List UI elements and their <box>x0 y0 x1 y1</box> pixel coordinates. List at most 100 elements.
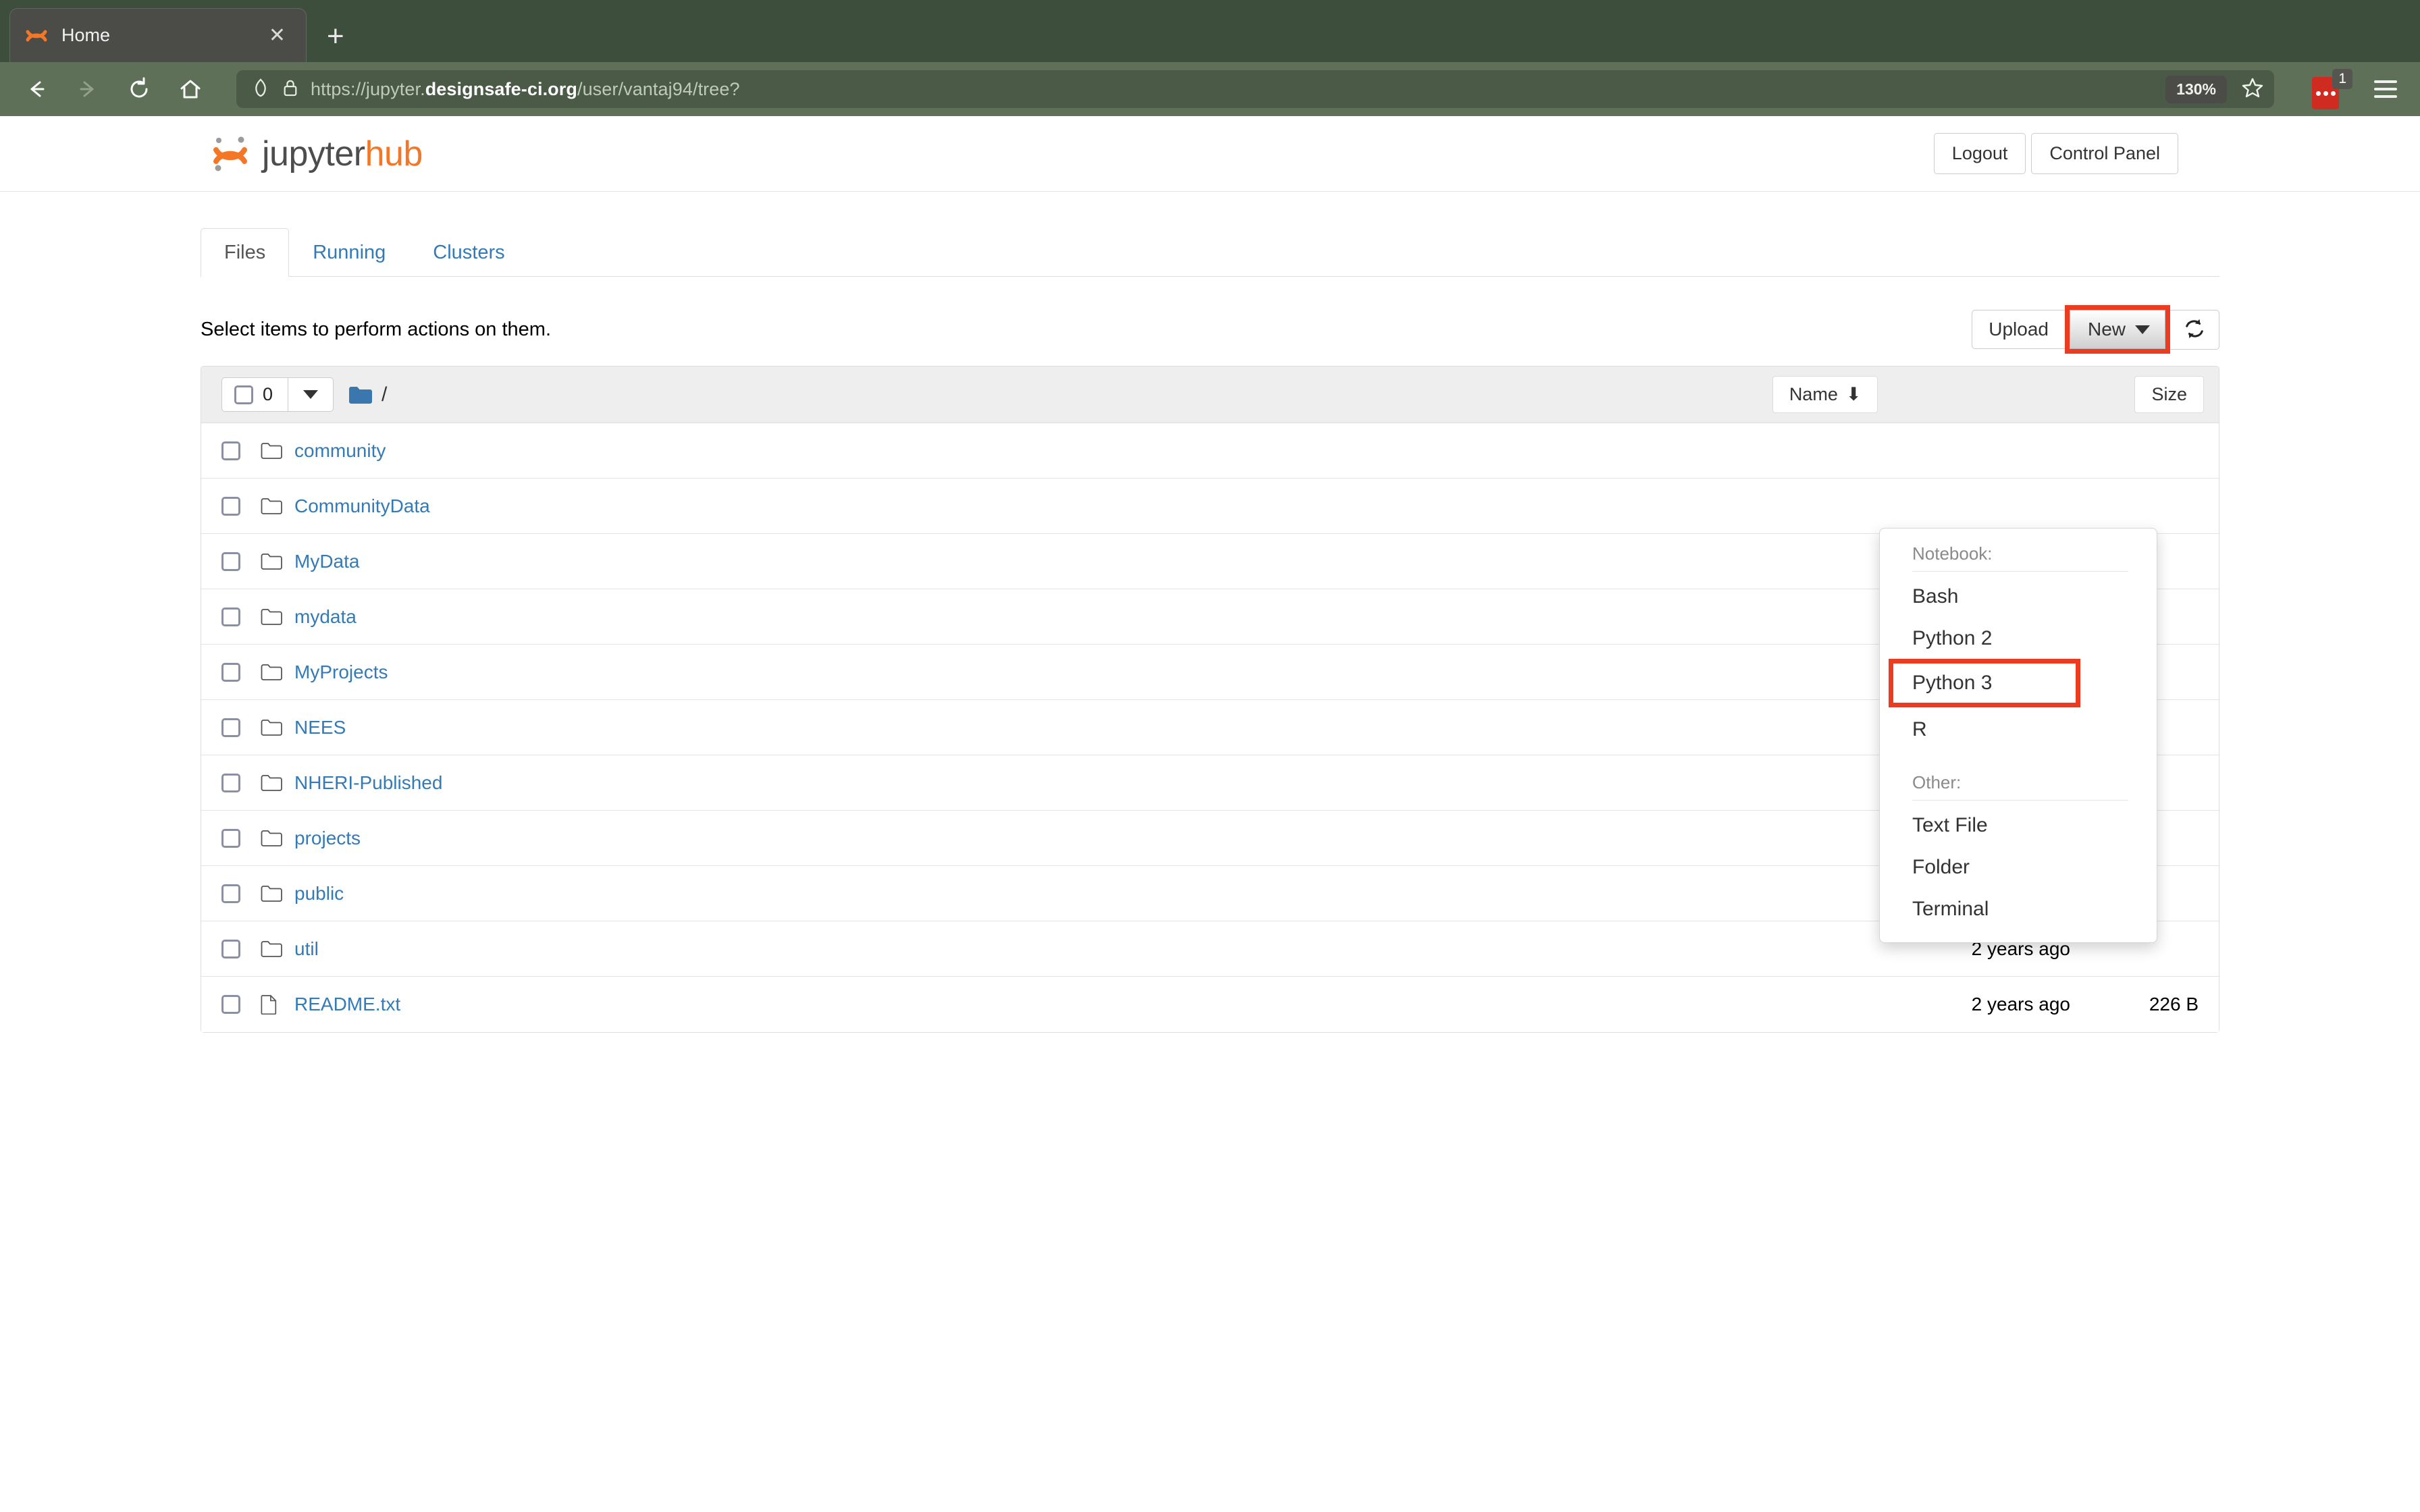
browser-tab-title: Home <box>61 25 111 45</box>
row-checkbox[interactable] <box>221 995 240 1015</box>
table-row[interactable]: community <box>201 423 2219 479</box>
back-arrow-icon[interactable] <box>23 76 50 103</box>
sort-label: Name <box>1789 384 1838 405</box>
dropdown-section-notebook-header: Notebook: <box>1912 543 1993 564</box>
file-name-link[interactable]: NHERI-Published <box>294 772 1847 794</box>
url-text: https://jupyter.designsafe-ci.org/user/v… <box>311 78 740 99</box>
menu-item-bash[interactable]: Bash <box>1880 576 2157 618</box>
file-name-link[interactable]: projects <box>294 828 1847 849</box>
browser-tab-home[interactable]: Home ✕ <box>9 8 307 62</box>
folder-icon <box>261 830 282 847</box>
row-checkbox[interactable] <box>221 607 240 626</box>
file-icon <box>261 994 282 1015</box>
file-name-link[interactable]: mydata <box>294 606 1847 628</box>
logout-button[interactable]: Logout <box>1933 133 2026 174</box>
sort-by-name-button[interactable]: Name ⬇ <box>1772 376 1878 414</box>
new-button[interactable]: New <box>2069 310 2165 350</box>
row-checkbox[interactable] <box>221 441 240 460</box>
address-bar-actions: 130% <box>2165 70 2265 108</box>
row-checkbox[interactable] <box>221 884 240 903</box>
file-name-link[interactable]: README.txt <box>294 994 1847 1015</box>
browser-nav-bar: https://jupyter.designsafe-ci.org/user/v… <box>0 62 2420 116</box>
forward-arrow-icon[interactable] <box>74 76 101 103</box>
breadcrumb-root[interactable]: / <box>382 383 387 406</box>
folder-icon <box>261 664 282 681</box>
address-bar[interactable]: https://jupyter.designsafe-ci.org/user/v… <box>236 70 2274 108</box>
folder-icon[interactable] <box>348 385 373 404</box>
folder-icon <box>261 940 282 958</box>
file-modified: 2 years ago <box>1971 994 2070 1015</box>
jupyterhub-logo[interactable]: jupyterhub <box>209 133 423 175</box>
folder-icon <box>261 553 282 570</box>
new-dropdown-menu: Notebook: Bash Python 2 Python 3 R Other… <box>1879 528 2157 943</box>
menu-item-folder[interactable]: Folder <box>1880 846 2157 888</box>
new-tab-button[interactable]: + <box>327 22 344 51</box>
folder-icon <box>261 774 282 792</box>
menu-item-python-3[interactable]: Python 3 <box>1889 659 2080 707</box>
hamburger-menu-icon[interactable] <box>2374 80 2397 98</box>
tab-clusters[interactable]: Clusters <box>409 228 528 277</box>
select-all-button[interactable]: 0 <box>221 377 288 412</box>
file-name-link[interactable]: MyProjects <box>294 662 1847 683</box>
extension-count: 1 <box>2332 69 2352 90</box>
row-checkbox[interactable] <box>221 939 240 959</box>
file-list-toolbar: 0 / Name ⬇ Size <box>201 367 2219 424</box>
close-icon[interactable]: ✕ <box>263 23 291 49</box>
row-checkbox[interactable] <box>221 662 240 682</box>
refresh-button[interactable] <box>2170 309 2219 350</box>
zoom-level-badge[interactable]: 130% <box>2165 75 2227 103</box>
dropdown-spacer <box>1880 751 2157 768</box>
control-panel-button[interactable]: Control Panel <box>2031 133 2178 174</box>
select-all-group: 0 <box>221 377 334 412</box>
dropdown-divider <box>1912 571 2128 572</box>
home-icon[interactable] <box>177 76 204 103</box>
nav-tabs: Files Running Clusters <box>201 228 2219 277</box>
star-icon[interactable] <box>2240 76 2265 103</box>
row-checkbox[interactable] <box>221 496 240 516</box>
action-buttons: Upload New <box>1972 305 2219 354</box>
file-name-link[interactable]: CommunityData <box>294 495 1847 517</box>
file-list-toolbar-right: Name ⬇ Size <box>1772 376 2204 414</box>
new-button-label: New <box>2087 319 2126 340</box>
menu-item-python-2[interactable]: Python 2 <box>1880 618 2157 659</box>
file-name-link[interactable]: util <box>294 938 1847 960</box>
folder-icon <box>261 608 282 626</box>
file-name-link[interactable]: NEES <box>294 717 1847 738</box>
jupyterhub-wordmark: jupyterhub <box>262 134 423 173</box>
folder-icon <box>261 719 282 736</box>
reload-icon[interactable] <box>126 76 153 103</box>
menu-item-r[interactable]: R <box>1880 709 2157 751</box>
jupyterhub-header: jupyterhub Logout Control Panel <box>0 116 2420 192</box>
lock-icon[interactable] <box>282 78 298 101</box>
folder-icon <box>261 442 282 460</box>
row-checkbox[interactable] <box>221 551 240 571</box>
upload-button[interactable]: Upload <box>1972 310 2065 350</box>
dropdown-section-other-header: Other: <box>1912 772 1962 792</box>
breadcrumb: / <box>348 383 387 406</box>
table-row[interactable]: CommunityData <box>201 479 2219 535</box>
dropdown-divider <box>1912 800 2128 801</box>
new-button-highlight: New <box>2064 305 2170 354</box>
file-name-link[interactable]: MyData <box>294 551 1847 572</box>
row-checkbox[interactable] <box>221 718 240 737</box>
row-checkbox[interactable] <box>221 773 240 792</box>
sort-descending-arrow-icon: ⬇ <box>1845 384 1862 405</box>
file-name-link[interactable]: public <box>294 883 1847 905</box>
table-row[interactable]: README.txt 2 years ago 226 B <box>201 977 2219 1033</box>
menu-item-text-file[interactable]: Text File <box>1880 805 2157 846</box>
menu-item-terminal[interactable]: Terminal <box>1880 888 2157 930</box>
extension-badge[interactable]: 1 <box>2311 69 2352 109</box>
tab-running[interactable]: Running <box>289 228 409 277</box>
select-all-checkbox[interactable] <box>234 385 253 404</box>
shield-icon[interactable] <box>251 78 270 101</box>
chevron-down-icon <box>2135 325 2150 334</box>
size-column-header[interactable]: Size <box>2134 376 2204 414</box>
jupyter-favicon-icon <box>25 24 48 47</box>
select-all-dropdown-button[interactable] <box>288 377 334 412</box>
main-content: Files Running Clusters Select items to p… <box>201 192 2219 1033</box>
file-name-link[interactable]: community <box>294 440 1847 462</box>
row-checkbox[interactable] <box>221 828 240 848</box>
hub-action-buttons: Logout Control Panel <box>1933 133 2178 174</box>
browser-chrome: Home ✕ + https://jupyter.designsafe-ci.o… <box>0 0 2420 116</box>
tab-files[interactable]: Files <box>201 228 290 277</box>
